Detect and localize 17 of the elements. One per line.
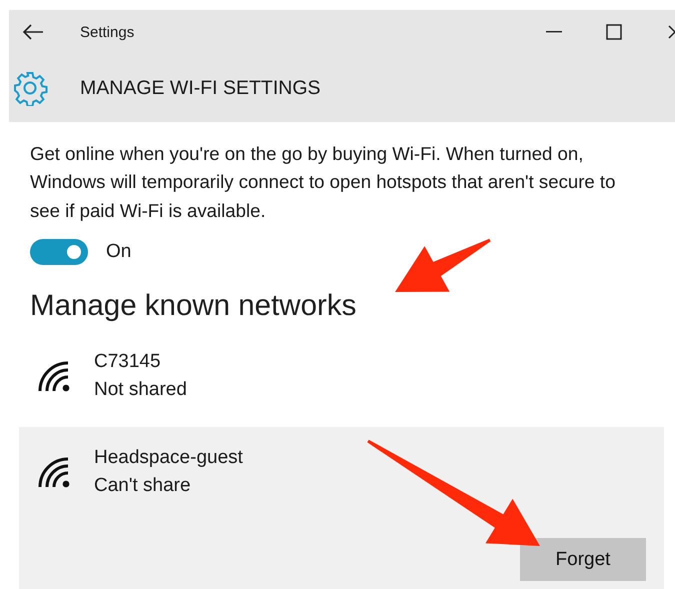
network-item[interactable]: C73145 Not shared [19,331,664,421]
page-title: MANAGE WI-FI SETTINGS [80,76,321,100]
network-status: Not shared [94,378,187,402]
toggle-label: On [106,241,132,263]
description-text: Get online when you're on the go by buying Wi-Fi. When turned on, Windows will temporarily connect to open hotspots that aren't secure to see if paid Wi-Fi is available. [30,142,616,223]
network-name: Headspace-guest [94,446,243,470]
maximize-icon[interactable] [606,24,622,40]
forget-button[interactable]: Forget [520,538,646,581]
window-title: Settings [80,24,136,41]
back-icon[interactable] [22,24,44,40]
network-status: Can't share [94,474,192,498]
toggle-switch[interactable] [30,239,88,265]
section-heading: Manage known networks [30,289,358,323]
minimize-icon[interactable] [546,31,562,34]
settings-icon [12,70,48,106]
network-name: C73145 [94,350,162,374]
network-item[interactable]: Headspace-guest Can't share Forget [19,427,664,589]
